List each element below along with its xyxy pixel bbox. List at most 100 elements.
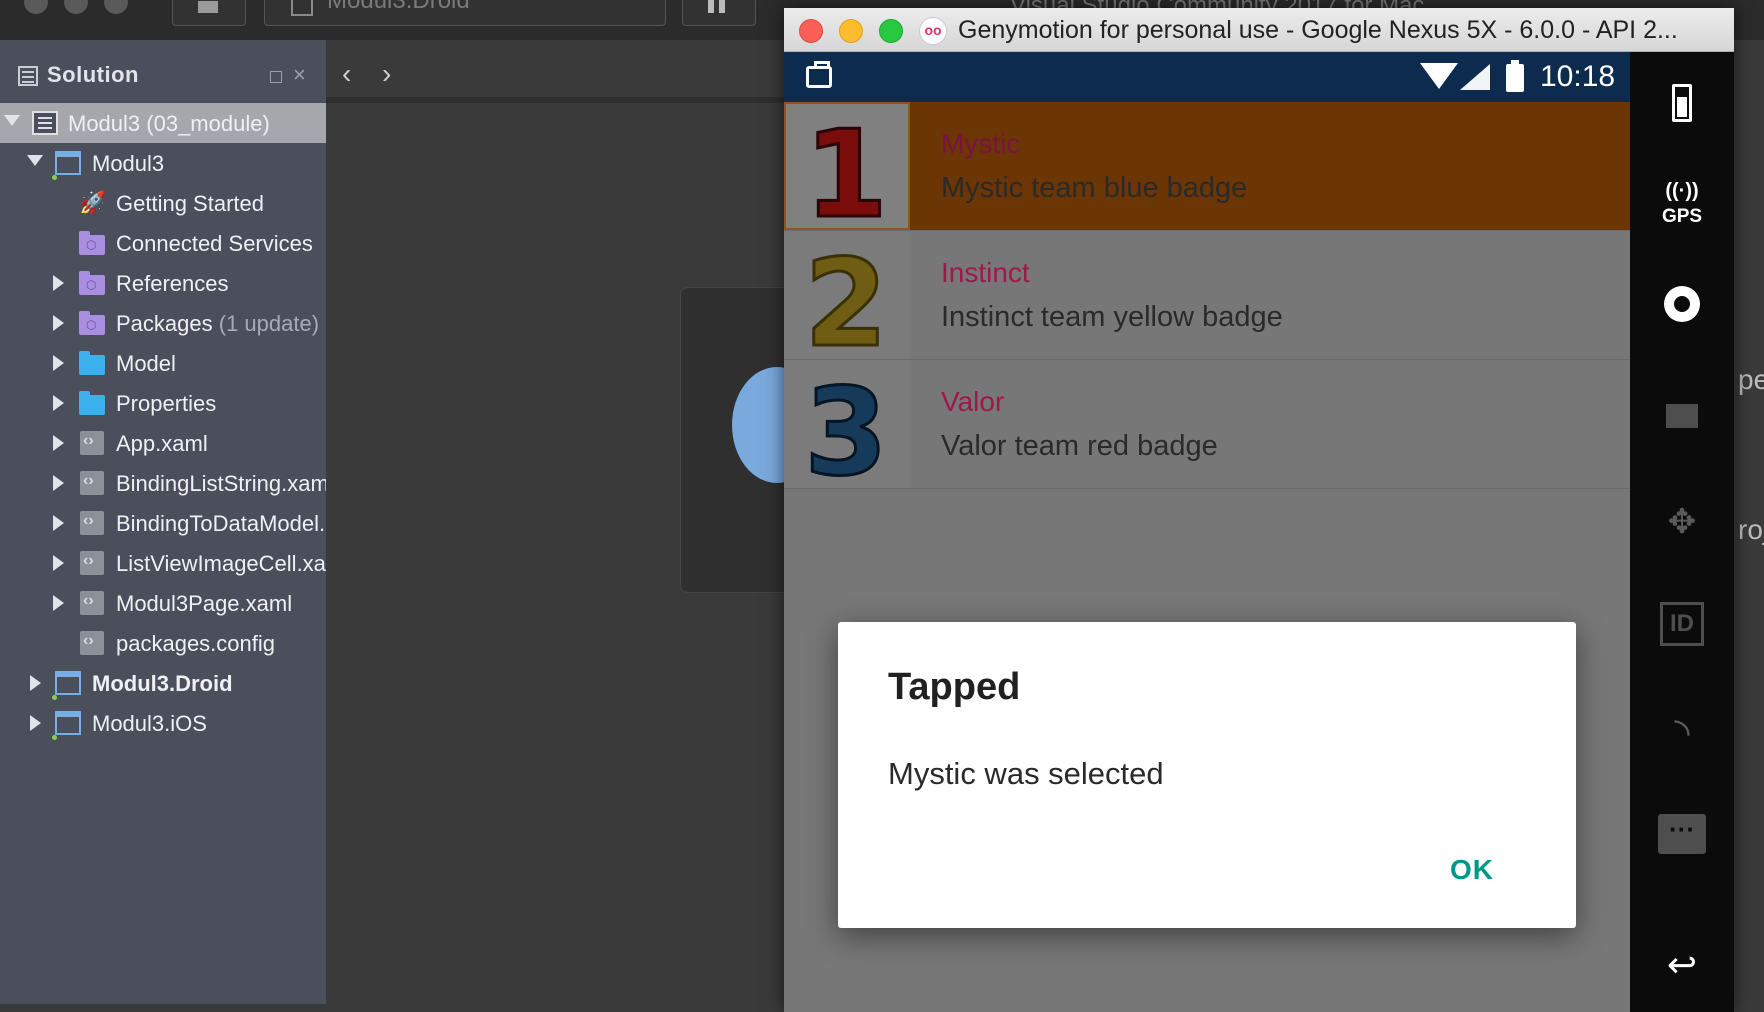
window-close-button[interactable]: [24, 0, 48, 14]
collapsed-arrow-icon[interactable]: [53, 355, 64, 371]
tree-item-packages-config[interactable]: packages.config: [0, 623, 326, 663]
tree-item-project-modul3[interactable]: Modul3: [0, 143, 326, 183]
tree-item-app-xaml[interactable]: App.xaml: [0, 423, 326, 463]
message-icon: ···: [1658, 814, 1706, 854]
references-folder-icon: [79, 271, 105, 295]
tree-item-label: Properties: [116, 391, 217, 416]
editor-edge-text: pe(: [1738, 364, 1764, 395]
list-item-title: Valor: [941, 386, 1005, 417]
pane-close-icon[interactable]: ×: [293, 64, 306, 86]
device-id-button[interactable]: ID: [1630, 592, 1734, 672]
tree-item-label: Getting Started: [116, 191, 264, 216]
list-item-detail: Instinct team yellow badge: [941, 301, 1283, 333]
collapsed-arrow-icon[interactable]: [53, 275, 64, 291]
window-minimize-button[interactable]: [64, 0, 88, 14]
tree-item-modul3page[interactable]: Modul3Page.xaml: [0, 583, 326, 623]
expand-arrow-icon[interactable]: [27, 155, 43, 166]
tree-item-label: Connected Services: [116, 231, 313, 256]
wifi-signal-icon: ((·)): [1665, 180, 1699, 202]
pane-restore-icon[interactable]: [270, 71, 282, 83]
list-item-instinct[interactable]: 2 Instinct Instinct team yellow badge: [784, 231, 1630, 360]
project-icon: [52, 711, 81, 740]
sms-widget-button[interactable]: ···: [1630, 802, 1734, 882]
collapsed-arrow-icon[interactable]: [53, 315, 64, 331]
minimize-button[interactable]: [839, 19, 863, 43]
pause-button[interactable]: [682, 0, 756, 26]
collapsed-arrow-icon[interactable]: [53, 515, 64, 531]
close-button[interactable]: [799, 19, 823, 43]
badge-number-2: 2: [804, 235, 888, 359]
rss-signal-icon: ◝: [1674, 711, 1690, 755]
battery-icon: [1506, 60, 1524, 92]
badge-number-1: 1: [804, 106, 888, 232]
dialog-ok-button[interactable]: OK: [1450, 854, 1494, 886]
collapsed-arrow-icon[interactable]: [53, 435, 64, 451]
back-button[interactable]: ↩: [1630, 930, 1734, 1010]
tree-item-bindingliststring[interactable]: BindingListString.xam: [0, 463, 329, 503]
collapsed-arrow-icon[interactable]: [53, 595, 64, 611]
navigate-forward-icon[interactable]: ›: [382, 58, 391, 90]
run-configuration-selector[interactable]: Modul3.Droid: [264, 0, 666, 26]
solution-pane-header: Solution ×: [0, 40, 326, 106]
tree-item-connected-services[interactable]: Connected Services: [0, 223, 326, 263]
tree-item-model[interactable]: Model: [0, 343, 326, 383]
dpad-icon: ✥: [1667, 503, 1697, 541]
id-icon: ID: [1660, 602, 1704, 646]
screenshot-notification-icon: [806, 61, 832, 88]
connected-services-folder-icon: [79, 231, 105, 255]
clapperboard-icon: [1666, 404, 1698, 428]
solution-pane-icon: [18, 66, 38, 86]
solution-icon: [32, 111, 58, 135]
folder-icon: [79, 391, 105, 415]
tree-item-references[interactable]: References: [0, 263, 326, 303]
tree-item-label: BindingToDataModel.: [116, 511, 326, 536]
collapsed-arrow-icon[interactable]: [53, 395, 64, 411]
xml-file-icon: [80, 631, 104, 655]
stop-icon: [198, 1, 218, 13]
xml-file-icon: [80, 591, 104, 615]
tree-item-properties[interactable]: Properties: [0, 383, 326, 423]
collapsed-arrow-icon[interactable]: [30, 675, 41, 691]
solution-pane-title: Solution: [47, 62, 139, 87]
xml-file-icon: [80, 511, 104, 535]
tree-item-packages[interactable]: Packages (1 update): [0, 303, 326, 343]
video-capture-button[interactable]: [1630, 382, 1734, 462]
tree-item-label: BindingListString.xam: [116, 471, 329, 496]
tree-item-project-ios[interactable]: Modul3.iOS: [0, 703, 326, 743]
tree-item-solution[interactable]: Modul3 (03_module): [0, 103, 326, 143]
gps-widget-button[interactable]: ((·)) GPS: [1630, 172, 1734, 252]
collapsed-arrow-icon[interactable]: [53, 555, 64, 571]
list-item-title: Mystic: [941, 128, 1021, 159]
window-zoom-button[interactable]: [104, 0, 128, 14]
tree-item-getting-started[interactable]: 🚀 Getting Started: [0, 183, 326, 223]
tree-item-label: Modul3 (03_module): [68, 111, 270, 136]
list-item-detail: Mystic team blue badge: [941, 172, 1248, 204]
packages-folder-icon: [79, 311, 105, 335]
pause-icon: [708, 0, 714, 13]
tree-item-label: Modul3.iOS: [92, 711, 207, 736]
maximize-button[interactable]: [879, 19, 903, 43]
expand-arrow-icon[interactable]: [4, 115, 20, 126]
navigate-back-icon[interactable]: ‹: [342, 58, 351, 90]
list-item-valor[interactable]: 3 Valor Valor team red badge: [784, 360, 1630, 489]
tree-item-bindingtodatamodel[interactable]: BindingToDataModel.: [0, 503, 326, 543]
stop-button[interactable]: [172, 0, 246, 26]
dialog-message: Mystic was selected: [888, 756, 1164, 791]
remote-control-button[interactable]: ✥: [1630, 492, 1734, 572]
badge-image: 2: [784, 231, 910, 359]
project-icon: [291, 0, 313, 16]
wifi-icon: [1420, 63, 1458, 89]
tree-item-listviewimagecell[interactable]: ListViewImageCell.xa: [0, 543, 326, 583]
camera-widget-button[interactable]: [1630, 272, 1734, 352]
genymotion-window-title: Genymotion for personal use - Google Nex…: [958, 16, 1678, 44]
network-widget-button[interactable]: ◝: [1630, 702, 1734, 782]
tree-item-label: Modul3Page.xaml: [116, 591, 293, 616]
android-screen: 10:18 1 Mystic Mystic team blue badge 2 …: [784, 52, 1630, 1012]
collapsed-arrow-icon[interactable]: [30, 715, 41, 731]
battery-widget-button[interactable]: [1630, 72, 1734, 152]
collapsed-arrow-icon[interactable]: [53, 475, 64, 491]
tree-item-project-droid[interactable]: Modul3.Droid: [0, 663, 326, 703]
tree-item-label: Modul3: [92, 151, 165, 176]
genymotion-window: oo Genymotion for personal use - Google …: [784, 8, 1734, 1012]
list-item-mystic[interactable]: 1 Mystic Mystic team blue badge: [784, 102, 1630, 232]
